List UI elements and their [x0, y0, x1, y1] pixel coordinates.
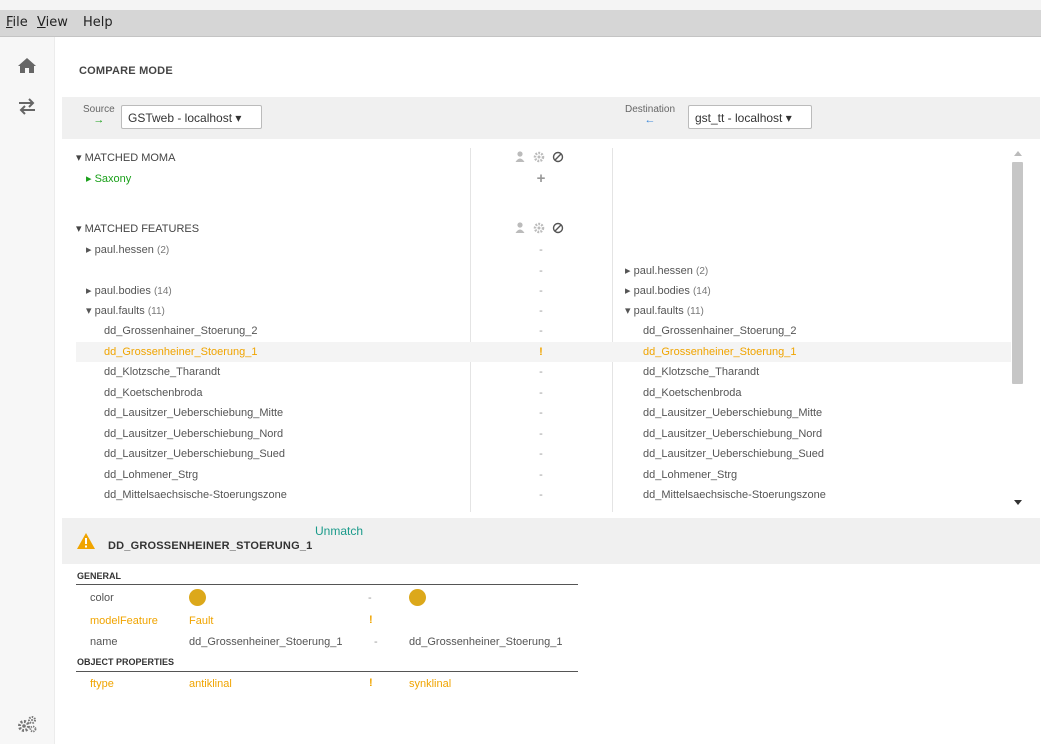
color-swatch-left	[189, 589, 206, 606]
home-icon[interactable]	[16, 55, 38, 77]
source-select[interactable]: GSTweb - localhost ▾	[121, 105, 262, 129]
title-strip	[0, 0, 1041, 10]
fault-right-selected[interactable]: dd_Grossenheiner_Stoerung_1	[643, 342, 797, 362]
right-group-paul-faults[interactable]: ▾ paul.faults (11)	[625, 301, 704, 321]
compare-arrows-icon[interactable]	[16, 95, 38, 117]
matched-moma-header[interactable]: ▾ MATCHED MOMA	[76, 148, 175, 168]
prop-status-warning: !	[369, 614, 373, 626]
prop-status-warning: !	[369, 677, 373, 689]
fault-right[interactable]: dd_Klotzsche_Tharandt	[643, 362, 759, 382]
fault-right[interactable]: dd_Lohmener_Strg	[643, 465, 737, 485]
status-marker-warning: !	[539, 346, 543, 358]
status-marker: -	[539, 489, 543, 501]
status-marker: -	[539, 305, 543, 317]
arrow-left-icon: ←	[644, 114, 656, 126]
fault-left[interactable]: dd_Lausitzer_Ueberschiebung_Nord	[104, 424, 283, 444]
fault-left[interactable]: dd_Grossenhainer_Stoerung_2	[104, 321, 258, 341]
color-swatch-right	[409, 589, 426, 606]
prop-key-modelfeature: modelFeature	[90, 615, 158, 627]
warning-icon	[76, 532, 96, 550]
arrow-right-icon: →	[93, 114, 105, 126]
status-marker: -	[539, 265, 543, 277]
ban-icon	[552, 151, 564, 163]
right-group-paul-hessen[interactable]: ▸ paul.hessen (2)	[625, 261, 708, 281]
moma-header-actions	[514, 150, 570, 164]
menu-bar: File View Help	[0, 10, 1041, 37]
fault-left[interactable]: dd_Lohmener_Strg	[104, 465, 198, 485]
right-group-paul-bodies[interactable]: ▸ paul.bodies (14)	[625, 281, 711, 301]
general-section-heading: GENERAL	[77, 571, 122, 581]
status-marker: -	[539, 428, 543, 440]
status-marker: -	[539, 285, 543, 297]
object-properties-heading: OBJECT PROPERTIES	[77, 657, 175, 667]
detail-title: DD_GROSSENHEINER_STOERUNG_1	[108, 540, 313, 552]
tree-item-saxony[interactable]: ▸ Saxony	[86, 169, 131, 189]
left-group-paul-faults[interactable]: ▾ paul.faults (11)	[86, 301, 165, 321]
fault-right[interactable]: dd_Mittelsaechsische-Stoerungszone	[643, 485, 826, 505]
left-group-paul-hessen[interactable]: ▸ paul.hessen (2)	[86, 240, 169, 260]
menu-file[interactable]: File	[6, 15, 28, 30]
fault-right[interactable]: dd_Lausitzer_Ueberschiebung_Sued	[643, 444, 824, 464]
status-marker: -	[539, 469, 543, 481]
prop-status: -	[374, 636, 378, 648]
scrollbar-thumb[interactable]	[1012, 162, 1023, 384]
prop-right-value: dd_Grossenheiner_Stoerung_1	[409, 636, 563, 648]
gear-icon	[533, 222, 545, 234]
unmatch-button[interactable]: Unmatch	[315, 524, 363, 538]
status-marker: -	[539, 366, 543, 378]
status-marker: -	[539, 387, 543, 399]
fault-left[interactable]: dd_Mittelsaechsische-Stoerungszone	[104, 485, 287, 505]
section-divider	[76, 671, 578, 672]
gear-icon	[533, 151, 545, 163]
prop-right-value: synklinal	[409, 678, 452, 690]
prop-key-ftype: ftype	[90, 678, 114, 690]
user-icon	[515, 151, 525, 162]
left-group-paul-bodies[interactable]: ▸ paul.bodies (14)	[86, 281, 172, 301]
sidebar	[0, 37, 55, 744]
features-header-actions	[514, 221, 570, 235]
fault-left[interactable]: dd_Koetschenbroda	[104, 383, 202, 403]
fault-right[interactable]: dd_Lausitzer_Ueberschiebung_Mitte	[643, 403, 822, 423]
fault-right[interactable]: dd_Koetschenbroda	[643, 383, 741, 403]
section-divider	[76, 584, 578, 585]
fault-left[interactable]: dd_Klotzsche_Tharandt	[104, 362, 220, 382]
destination-label-group: Destination ←	[625, 104, 675, 126]
fault-right[interactable]: dd_Lausitzer_Ueberschiebung_Nord	[643, 424, 822, 444]
status-marker: -	[539, 407, 543, 419]
destination-select[interactable]: gst_tt - localhost ▾	[688, 105, 812, 129]
status-marker: -	[539, 325, 543, 337]
fault-left[interactable]: dd_Lausitzer_Ueberschiebung_Sued	[104, 444, 285, 464]
scroll-down-icon[interactable]	[1014, 500, 1022, 505]
status-marker: -	[539, 448, 543, 460]
page-title: COMPARE MODE	[79, 65, 173, 77]
menu-view[interactable]: View	[37, 15, 68, 30]
add-match-icon[interactable]: +	[531, 169, 551, 189]
prop-status: -	[368, 592, 372, 604]
fault-left[interactable]: dd_Lausitzer_Ueberschiebung_Mitte	[104, 403, 283, 423]
prop-left-value: dd_Grossenheiner_Stoerung_1	[189, 636, 343, 648]
menu-help[interactable]: Help	[83, 15, 113, 30]
matched-features-header[interactable]: ▾ MATCHED FEATURES	[76, 219, 199, 239]
prop-key-color: color	[90, 592, 114, 604]
settings-gears-icon[interactable]	[16, 713, 38, 735]
user-icon	[515, 222, 525, 233]
scroll-up-icon[interactable]	[1014, 151, 1022, 156]
column-divider-left	[470, 148, 471, 512]
prop-left-value: Fault	[189, 615, 214, 627]
ban-icon	[552, 222, 564, 234]
prop-key-name: name	[90, 636, 118, 648]
source-label-group: Source →	[83, 104, 115, 126]
prop-left-value: antiklinal	[189, 678, 232, 690]
status-marker: -	[539, 244, 543, 256]
column-divider-right	[612, 148, 613, 512]
fault-right[interactable]: dd_Grossenhainer_Stoerung_2	[643, 321, 797, 341]
fault-left-selected[interactable]: dd_Grossenheiner_Stoerung_1	[104, 342, 258, 362]
